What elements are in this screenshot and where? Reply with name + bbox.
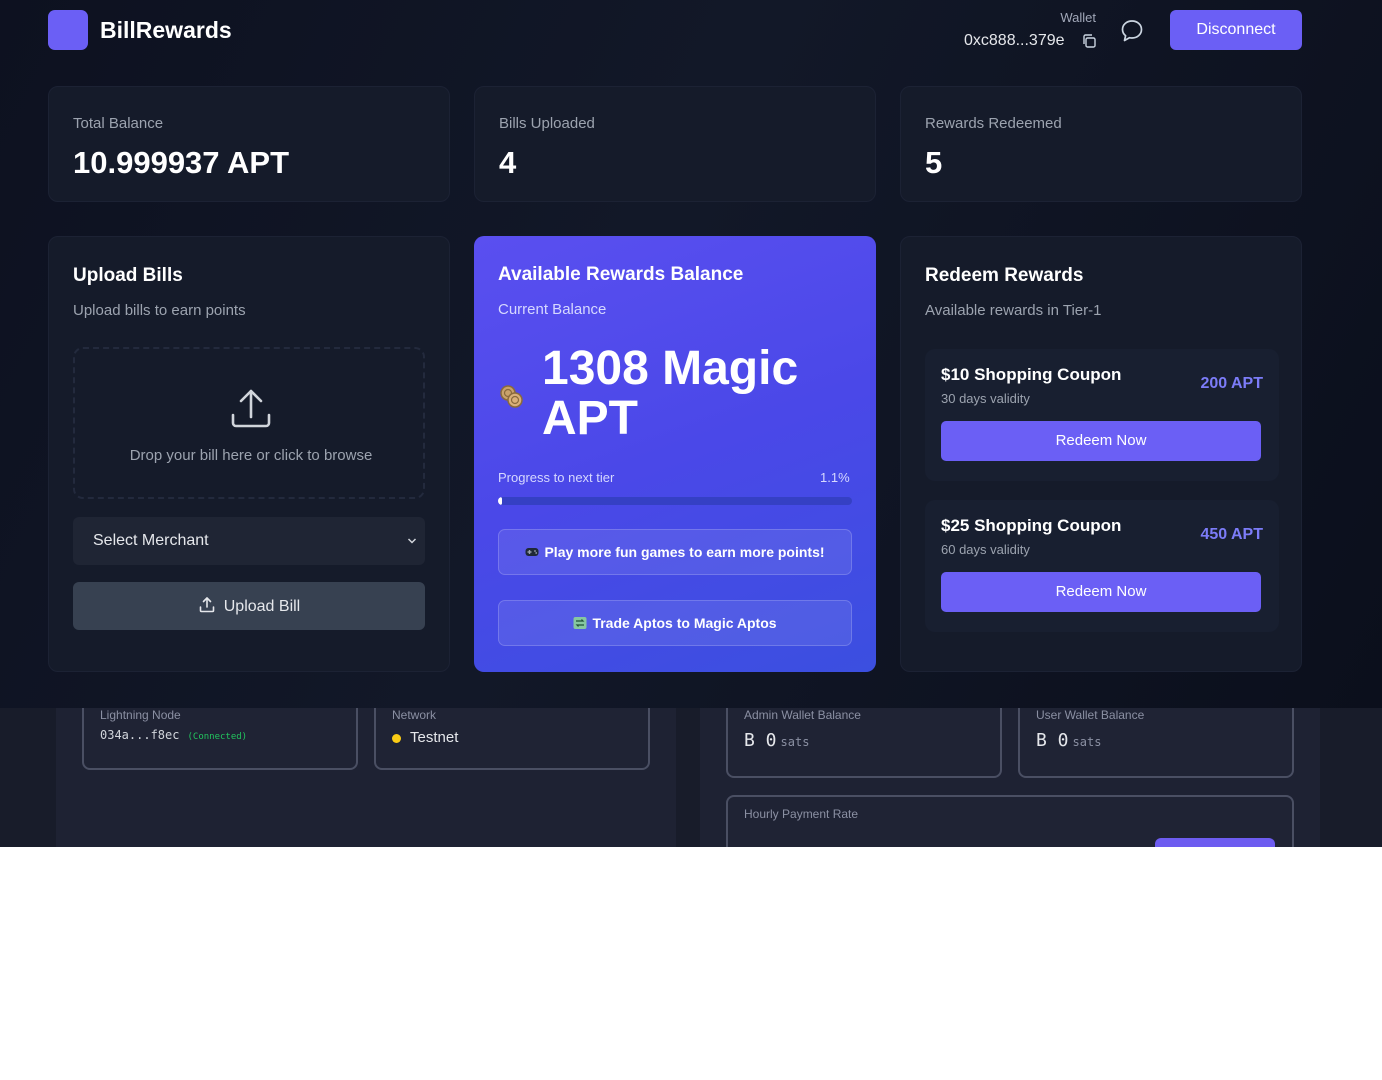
- lightning-status: (Connected): [187, 732, 248, 742]
- redeem-subtitle: Available rewards in Tier-1: [925, 302, 1102, 319]
- network-status-dot: [392, 734, 401, 743]
- lightning-node-id: 034a...f8ec (Connected): [100, 728, 247, 742]
- redeem-now-button[interactable]: Redeem Now: [941, 421, 1261, 461]
- rewards-title: Available Rewards Balance: [498, 264, 744, 285]
- stat-value: 5: [925, 145, 943, 180]
- coupon-validity: 60 days validity: [941, 542, 1030, 557]
- stat-label: Total Balance: [73, 115, 164, 132]
- logo-icon: [48, 10, 88, 50]
- admin-wallet-amount: B 0: [744, 730, 777, 751]
- progress-bar-fill: [498, 497, 502, 505]
- stat-card-bills-uploaded: Bills Uploaded 4: [474, 86, 876, 202]
- coupon-card: $25 Shopping Coupon 60 days validity 450…: [925, 500, 1279, 632]
- exchange-icon: [573, 617, 587, 629]
- disconnect-button[interactable]: Disconnect: [1170, 10, 1302, 50]
- stat-value: 10.999937 APT: [73, 145, 290, 180]
- wallet-address: 0xc888...379e: [964, 32, 1065, 49]
- lower-right-panel: Admin Wallet Balance B 0 sats User Wallet…: [700, 696, 1320, 847]
- redeem-title: Redeem Rewards: [925, 265, 1084, 286]
- coupon-title: $10 Shopping Coupon: [941, 365, 1122, 384]
- upload-icon: [231, 389, 271, 428]
- upload-subtitle: Upload bills to earn points: [73, 302, 246, 319]
- upload-icon: [199, 597, 215, 613]
- game-controller-icon: [525, 548, 539, 556]
- coupon-price: 450 APT: [1200, 526, 1263, 543]
- merchant-select[interactable]: Select Merchant: [73, 517, 425, 565]
- lower-left-panel: Lightning Node 034a...f8ec (Connected) Ne…: [56, 696, 676, 847]
- user-wallet-unit: sats: [1072, 735, 1102, 749]
- coins-icon: [500, 385, 523, 408]
- coupon-card: $10 Shopping Coupon 30 days validity 200…: [925, 349, 1279, 481]
- lower-dashboard: Lightning Node 034a...f8ec (Connected) Ne…: [0, 696, 1382, 847]
- play-games-button[interactable]: Play more fun games to earn more points!: [498, 529, 852, 575]
- user-wallet-card: User Wallet Balance B 0 sats: [1018, 696, 1294, 778]
- dropzone-text: Drop your bill here or click to browse: [129, 447, 373, 464]
- lightning-node-label: Lightning Node: [100, 708, 181, 722]
- app-name: BillRewards: [100, 17, 232, 43]
- bill-dropzone[interactable]: Drop your bill here or click to browse: [73, 347, 425, 499]
- chevron-down-icon: [407, 538, 417, 544]
- hourly-action-button[interactable]: [1155, 838, 1275, 847]
- progress-label: Progress to next tier: [498, 470, 615, 485]
- admin-wallet-card: Admin Wallet Balance B 0 sats: [726, 696, 1002, 778]
- play-games-label: Play more fun games to earn more points!: [544, 544, 825, 560]
- merchant-select-value: Select Merchant: [93, 532, 209, 549]
- upload-bills-panel: Upload Bills Upload bills to earn points…: [48, 236, 450, 672]
- rewards-subtitle: Current Balance: [498, 301, 607, 318]
- trade-aptos-button[interactable]: Trade Aptos to Magic Aptos: [498, 600, 852, 646]
- rewards-amount: 1308 Magic APT: [542, 342, 799, 445]
- stat-value: 4: [499, 145, 517, 180]
- progress-bar: [498, 497, 852, 505]
- rewards-balance-panel: Available Rewards Balance Current Balanc…: [474, 236, 876, 672]
- wallet-label: Wallet: [1060, 10, 1096, 25]
- redeem-rewards-panel: Redeem Rewards Available rewards in Tier…: [900, 236, 1302, 672]
- coupon-title: $25 Shopping Coupon: [941, 516, 1122, 535]
- user-wallet-amount: B 0: [1036, 730, 1069, 751]
- coupon-price: 200 APT: [1200, 375, 1263, 392]
- redeem-now-button[interactable]: Redeem Now: [941, 572, 1261, 612]
- progress-percent: 1.1%: [820, 470, 850, 485]
- lightning-node-id-text: 034a...f8ec: [100, 728, 180, 742]
- admin-wallet-value: B 0 sats: [744, 730, 809, 751]
- chat-icon[interactable]: [1119, 18, 1145, 44]
- app-main: BillRewards Wallet 0xc888...379e Disconn…: [0, 0, 1382, 708]
- stat-label: Rewards Redeemed: [925, 115, 1062, 132]
- stat-card-rewards-redeemed: Rewards Redeemed 5: [900, 86, 1302, 202]
- upload-bill-label: Upload Bill: [223, 598, 301, 615]
- network-label: Network: [392, 708, 437, 722]
- stat-card-total-balance: Total Balance 10.999937 APT: [48, 86, 450, 202]
- admin-wallet-unit: sats: [780, 735, 810, 749]
- trade-aptos-label: Trade Aptos to Magic Aptos: [592, 615, 777, 631]
- user-wallet-label: User Wallet Balance: [1036, 708, 1145, 722]
- admin-wallet-label: Admin Wallet Balance: [744, 708, 861, 722]
- network-value: Testnet: [410, 729, 459, 746]
- copy-icon[interactable]: [1081, 33, 1097, 49]
- hourly-payment-label: Hourly Payment Rate: [744, 807, 859, 821]
- upload-bill-button[interactable]: Upload Bill: [73, 582, 425, 630]
- coupon-validity: 30 days validity: [941, 391, 1030, 406]
- upload-bill-button-content: Upload Bill: [73, 596, 425, 616]
- user-wallet-value: B 0 sats: [1036, 730, 1101, 751]
- upload-title: Upload Bills: [73, 265, 183, 286]
- page: Lightning Node 034a...f8ec (Connected) Ne…: [0, 0, 1382, 847]
- stat-label: Bills Uploaded: [499, 115, 595, 132]
